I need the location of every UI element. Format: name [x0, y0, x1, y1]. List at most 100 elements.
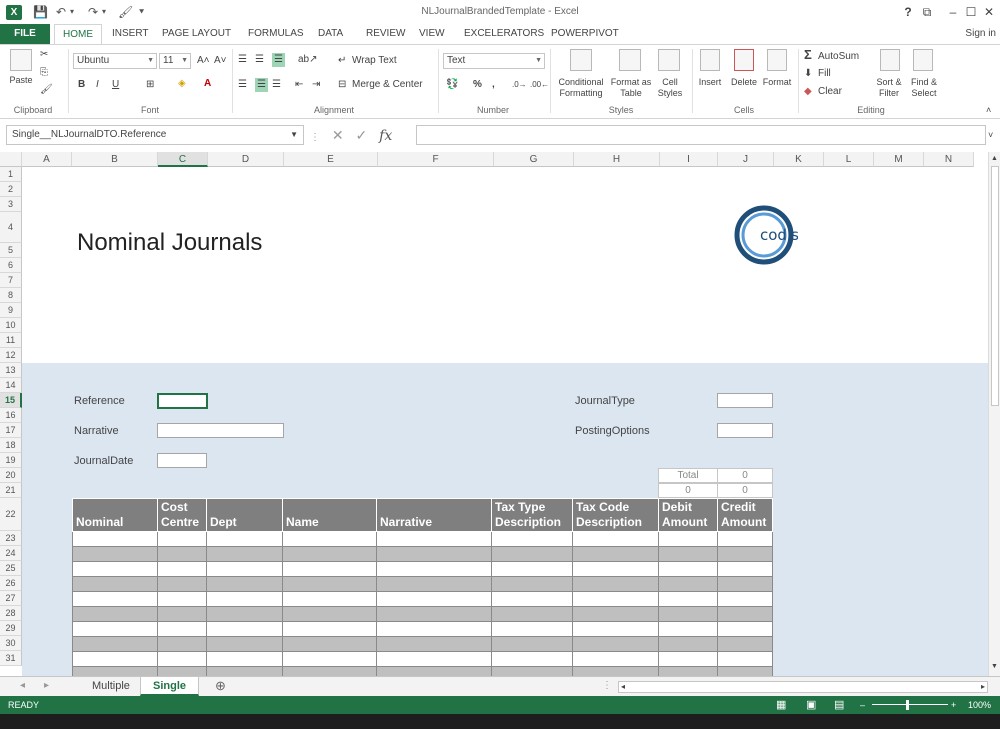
scroll-down-icon[interactable]: ▼: [991, 660, 998, 674]
journal-date-field[interactable]: [157, 453, 207, 468]
table-cell[interactable]: [72, 576, 158, 592]
table-cell[interactable]: [717, 621, 773, 637]
table-cell[interactable]: [717, 576, 773, 592]
delete-cells-button[interactable]: Delete: [728, 77, 760, 88]
tab-insert[interactable]: INSERT: [112, 24, 149, 44]
table-cell[interactable]: [376, 576, 492, 592]
enter-icon[interactable]: ✓: [356, 127, 368, 143]
font-color-icon[interactable]: A: [204, 77, 211, 91]
table-cell[interactable]: [658, 666, 718, 676]
cancel-icon[interactable]: ✕: [332, 127, 344, 143]
ribbon-display-options-button[interactable]: ⧉: [914, 3, 940, 21]
insert-function-icon[interactable]: fx: [379, 128, 392, 144]
table-cell[interactable]: [206, 666, 283, 676]
table-cell[interactable]: [282, 621, 377, 637]
italic-button[interactable]: I: [96, 78, 99, 92]
sign-in-link[interactable]: Sign in: [965, 24, 996, 44]
row-header-15[interactable]: 15: [0, 393, 22, 408]
merge-center-button[interactable]: Merge & Center: [352, 78, 423, 92]
table-cell[interactable]: [157, 651, 207, 667]
tab-home[interactable]: HOME: [54, 24, 102, 45]
paste-icon[interactable]: [10, 49, 32, 71]
table-cell[interactable]: [491, 546, 573, 562]
tab-page-layout[interactable]: PAGE LAYOUT: [162, 24, 231, 44]
align-center-icon[interactable]: ☰: [255, 78, 268, 92]
row-header-1[interactable]: 1: [0, 167, 22, 182]
collapse-ribbon-icon[interactable]: ˄: [986, 103, 991, 117]
table-cell[interactable]: [572, 546, 659, 562]
table-cell[interactable]: [206, 561, 283, 577]
table-cell[interactable]: [491, 651, 573, 667]
tab-data[interactable]: DATA: [318, 24, 343, 44]
format-as-table-button[interactable]: Format as Table: [608, 77, 654, 99]
sheet-tab-multiple[interactable]: Multiple: [80, 677, 142, 696]
table-cell[interactable]: [206, 651, 283, 667]
row-header-8[interactable]: 8: [0, 288, 22, 303]
row-header-29[interactable]: 29: [0, 621, 22, 636]
table-cell[interactable]: [72, 651, 158, 667]
table-cell[interactable]: [491, 591, 573, 607]
posting-options-field[interactable]: [717, 423, 773, 438]
autosum-button[interactable]: AutoSum: [818, 50, 859, 64]
table-cell[interactable]: [72, 546, 158, 562]
format-as-table-icon[interactable]: [619, 49, 641, 71]
close-button[interactable]: ✕: [976, 3, 1000, 21]
table-cell[interactable]: [157, 606, 207, 622]
sort-filter-icon[interactable]: [880, 49, 900, 71]
page-break-view-icon[interactable]: ▤: [834, 696, 844, 714]
table-cell[interactable]: [491, 531, 573, 547]
find-select-icon[interactable]: [913, 49, 933, 71]
table-cell[interactable]: [282, 531, 377, 547]
table-cell[interactable]: [376, 531, 492, 547]
column-header-g[interactable]: G: [494, 152, 574, 167]
sheet-cells[interactable]: Nominal Journals codis Reference Narrati…: [22, 167, 988, 676]
table-cell[interactable]: [572, 606, 659, 622]
zoom-slider-thumb[interactable]: [906, 700, 909, 710]
insert-cells-button[interactable]: Insert: [694, 77, 726, 88]
zoom-in-icon[interactable]: +: [951, 696, 956, 714]
format-cells-icon[interactable]: [767, 49, 787, 71]
table-cell[interactable]: [572, 651, 659, 667]
column-header-i[interactable]: I: [660, 152, 718, 167]
chevron-down-icon[interactable]: ▼: [290, 126, 298, 144]
table-cell[interactable]: [491, 576, 573, 592]
row-header-30[interactable]: 30: [0, 636, 22, 651]
table-cell[interactable]: [376, 636, 492, 652]
zoom-slider[interactable]: [872, 704, 948, 705]
zoom-out-icon[interactable]: –: [860, 696, 865, 714]
table-cell[interactable]: [658, 621, 718, 637]
table-cell[interactable]: [376, 591, 492, 607]
delete-cells-icon[interactable]: [734, 49, 754, 71]
table-cell[interactable]: [282, 651, 377, 667]
find-select-button[interactable]: Find & Select: [906, 77, 942, 99]
table-cell[interactable]: [376, 546, 492, 562]
decrease-decimal-icon[interactable]: .00←: [530, 78, 549, 92]
scroll-right-icon[interactable]: ▸: [981, 680, 985, 694]
table-cell[interactable]: [206, 606, 283, 622]
table-cell[interactable]: [376, 621, 492, 637]
table-cell[interactable]: [282, 666, 377, 676]
table-cell[interactable]: [491, 621, 573, 637]
table-cell[interactable]: [717, 561, 773, 577]
row-header-21[interactable]: 21: [0, 483, 22, 498]
tab-file[interactable]: FILE: [0, 24, 50, 44]
table-cell[interactable]: [206, 576, 283, 592]
table-cell[interactable]: [157, 636, 207, 652]
insert-cells-icon[interactable]: [700, 49, 720, 71]
row-header-13[interactable]: 13: [0, 363, 22, 378]
reference-field[interactable]: [157, 393, 208, 409]
align-bottom-icon[interactable]: ☰: [272, 53, 285, 67]
formula-input[interactable]: [416, 125, 986, 145]
font-name-combo[interactable]: Ubuntu ▼: [73, 53, 157, 69]
row-header-20[interactable]: 20: [0, 468, 22, 483]
table-cell[interactable]: [491, 636, 573, 652]
increase-indent-icon[interactable]: ⇥: [312, 78, 320, 92]
table-cell[interactable]: [376, 651, 492, 667]
table-cell[interactable]: [206, 546, 283, 562]
clear-button[interactable]: Clear: [818, 85, 842, 99]
conditional-formatting-button[interactable]: Conditional Formatting: [552, 77, 610, 99]
row-header-17[interactable]: 17: [0, 423, 22, 438]
row-header-2[interactable]: 2: [0, 182, 22, 197]
row-header-4[interactable]: 4: [0, 212, 22, 243]
table-cell[interactable]: [717, 591, 773, 607]
